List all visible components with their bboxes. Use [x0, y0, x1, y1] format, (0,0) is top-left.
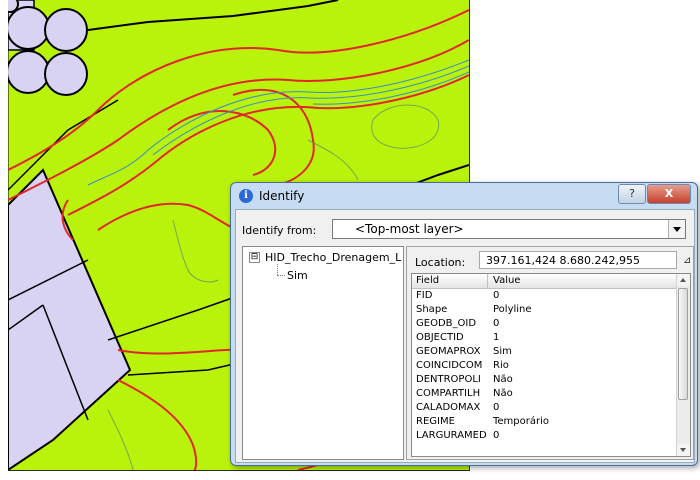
value-cell: Não	[493, 374, 513, 385]
attribute-grid: Field Value FID 0 Shape Polyline GEODB_OID…	[411, 273, 691, 457]
field-cell: REGIME	[416, 416, 455, 427]
table-row[interactable]: DENTROPOLI Não	[412, 373, 676, 387]
table-row[interactable]: GEODB_OID 0	[412, 317, 676, 331]
value-cell: Rio	[493, 360, 509, 371]
identify-dialog: i Identify ? X Identify from: <Top-most …	[230, 182, 698, 466]
road-line	[107, 295, 239, 341]
grid-header: Field Value	[412, 274, 676, 289]
pin-icon[interactable]: ⊿	[683, 255, 691, 266]
value-cell: 1	[493, 332, 500, 343]
column-header-field[interactable]: Field	[412, 274, 488, 288]
table-row[interactable]: FID 0	[412, 289, 676, 303]
circle-parcel	[44, 52, 88, 96]
value-cell: Não	[493, 388, 513, 399]
scroll-down-icon[interactable]	[677, 444, 690, 456]
table-row[interactable]: COINCIDCOM Rio	[412, 359, 676, 373]
scroll-up-icon[interactable]	[677, 274, 690, 286]
dialog-body: Identify from: <Top-most layer> ⊟ HID_Tr…	[235, 209, 695, 463]
table-row[interactable]: Shape Polyline	[412, 303, 676, 317]
value-cell: 0	[493, 402, 500, 413]
tree-item-layer[interactable]: HID_Trecho_Drenagem_L	[265, 251, 401, 264]
field-cell: GEODB_OID	[416, 318, 477, 329]
circle-parcel	[8, 6, 50, 50]
field-cell: CALADOMAX	[416, 402, 481, 413]
chevron-down-icon[interactable]	[668, 220, 685, 238]
field-cell: COINCIDCOM	[416, 360, 483, 371]
identify-from-dropdown[interactable]: <Top-most layer>	[332, 219, 686, 239]
field-cell: LARGURAMED	[416, 430, 487, 441]
value-cell: 0	[493, 290, 500, 301]
identify-from-value: <Top-most layer>	[355, 222, 464, 236]
identify-from-label: Identify from:	[242, 224, 317, 237]
value-cell: Temporário	[493, 416, 550, 427]
field-cell: Shape	[416, 304, 448, 315]
field-cell: COMPARTILH	[416, 388, 481, 399]
tree-item-feature[interactable]: Sim	[287, 269, 308, 282]
road-line	[127, 362, 239, 376]
value-cell: Polyline	[493, 304, 532, 315]
field-cell: GEOMAPROX	[416, 346, 481, 357]
results-tree[interactable]: ⊟ HID_Trecho_Drenagem_L Sim	[242, 246, 404, 460]
scroll-thumb[interactable]	[678, 288, 688, 400]
table-row[interactable]: REGIME Temporário	[412, 415, 676, 429]
vertical-scrollbar[interactable]	[676, 274, 690, 456]
dialog-title: Identify	[259, 189, 305, 203]
value-cell: 0	[493, 318, 500, 329]
field-cell: FID	[416, 290, 433, 301]
column-header-value[interactable]: Value	[489, 274, 676, 288]
table-row[interactable]: GEOMAPROX Sim	[412, 345, 676, 359]
tree-connector	[277, 264, 278, 275]
field-cell: OBJECTID	[416, 332, 464, 343]
dialog-titlebar[interactable]: i Identify ? X	[231, 183, 697, 209]
circle-parcel	[44, 8, 88, 52]
value-cell: 0	[493, 430, 500, 441]
table-row[interactable]: COMPARTILH Não	[412, 387, 676, 401]
table-row[interactable]: CALADOMAX 0	[412, 401, 676, 415]
location-field[interactable]: 397.161,424 8.680.242,955 Meters	[479, 251, 677, 285]
circle-parcel	[8, 50, 50, 94]
field-cell: DENTROPOLI	[416, 374, 481, 385]
details-panel: Location: 397.161,424 8.680.242,955 Mete…	[406, 246, 694, 460]
table-row[interactable]: LARGURAMED 0	[412, 429, 676, 443]
road-line	[8, 99, 119, 191]
grid-rows: FID 0 Shape Polyline GEODB_OID 0 OBJECTID 1 …	[412, 289, 676, 443]
table-row[interactable]: OBJECTID 1	[412, 331, 676, 345]
info-icon: i	[239, 189, 253, 203]
road-line	[87, 0, 339, 31]
value-cell: Sim	[493, 346, 512, 357]
tree-connector	[277, 275, 285, 276]
close-button[interactable]: X	[647, 184, 691, 204]
help-button[interactable]: ?	[618, 184, 646, 204]
location-label: Location:	[415, 256, 466, 269]
collapse-toggle-icon[interactable]: ⊟	[249, 252, 260, 263]
